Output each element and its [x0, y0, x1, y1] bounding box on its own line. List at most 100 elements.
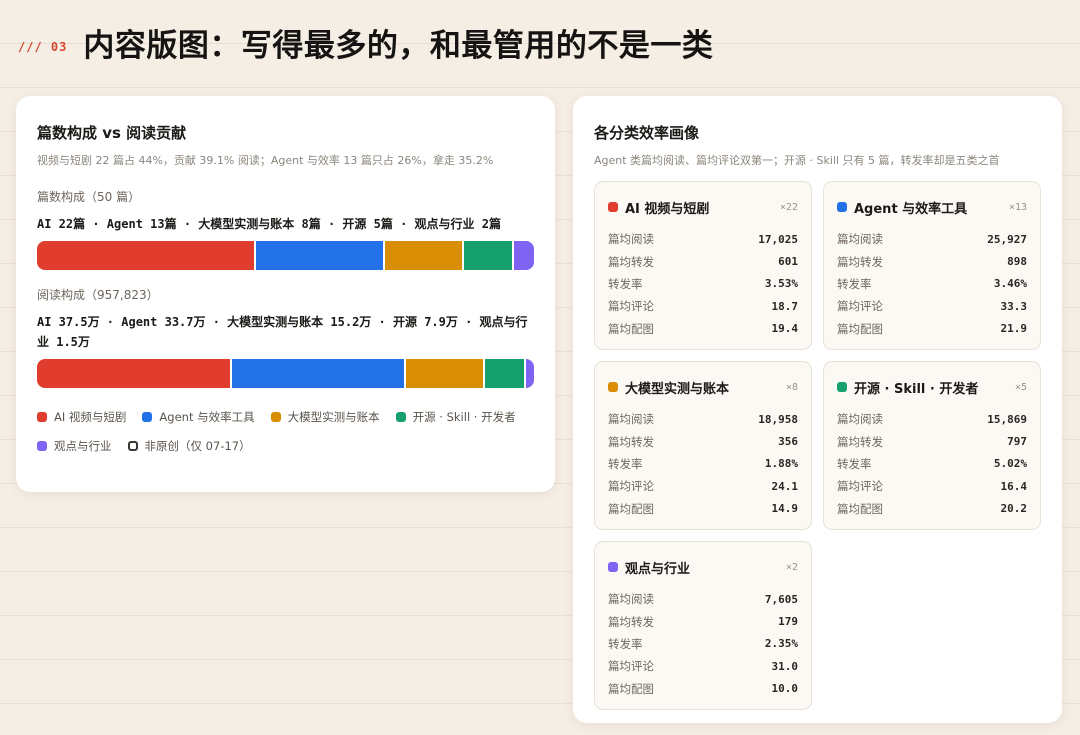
stat-label: 篇均阅读 — [837, 232, 883, 247]
stat-label: 篇均阅读 — [608, 412, 654, 427]
count-group-title: 篇数构成（50 篇） — [37, 190, 141, 204]
stat-row: 篇均阅读 7,605 — [608, 588, 798, 610]
stat-row: 转发率 3.53% — [608, 273, 798, 295]
stat-value: 898 — [1007, 255, 1027, 269]
bar-segment — [37, 359, 232, 388]
category-name: 大模型实测与账本 — [625, 381, 730, 397]
stat-row: 篇均配图 10.0 — [608, 678, 798, 700]
stat-label: 篇均评论 — [608, 659, 654, 674]
category-swatch — [608, 382, 618, 392]
category-stats: 篇均阅读 15,869 篇均转发 797 转发率 5.02% 篇均评论 16.4 篇均配图 20.… — [837, 408, 1027, 520]
legend-item: Agent 与效率工具 — [142, 402, 255, 431]
category-card-header: Agent 与效率工具 ×13 — [837, 199, 1027, 217]
stat-row: 篇均转发 179 — [608, 610, 798, 632]
page-header: /// 03 内容版图：写得最多的，和最管用的不是一类 — [18, 20, 713, 64]
legend-swatch — [127, 440, 138, 451]
stat-value: 797 — [1007, 435, 1027, 449]
stat-row: 篇均评论 16.4 — [837, 475, 1027, 497]
category-card-header: 观点与行业 ×2 — [608, 559, 798, 577]
category-swatch — [608, 202, 618, 212]
stat-label: 转发率 — [837, 276, 872, 291]
bar-segment — [526, 359, 534, 388]
stat-value: 33.3 — [1000, 299, 1028, 313]
category-card-header: 开源 · Skill · 开发者 ×5 — [837, 379, 1027, 397]
efficiency-card-title: 各分类效率画像 — [594, 124, 700, 142]
category-stats: 篇均阅读 7,605 篇均转发 179 转发率 2.35% 篇均评论 31.0 篇均配图 10.0 — [608, 588, 798, 700]
stat-value: 15,869 — [987, 412, 1027, 426]
legend-swatch — [37, 411, 47, 422]
category-count: ×5 — [1014, 381, 1027, 393]
stat-value: 3.46% — [993, 277, 1027, 291]
legend-label: Agent 与效率工具 — [159, 409, 255, 424]
stat-value: 179 — [778, 615, 798, 629]
stat-value: 25,927 — [987, 232, 1027, 246]
stat-value: 19.4 — [771, 322, 799, 336]
bar-segment — [255, 241, 385, 270]
bar-segment — [406, 359, 486, 388]
stat-value: 24.1 — [771, 479, 799, 493]
stat-value: 601 — [778, 255, 798, 269]
category-card: AI 视频与短剧 ×22 篇均阅读 17,025 篇均转发 601 转发率 3.53% 篇均评论… — [594, 181, 812, 350]
legend-label: 观点与行业 — [54, 438, 112, 453]
read-group-title: 阅读构成（957,823） — [37, 288, 159, 302]
legend-label: 非原创（仅 07-17） — [144, 438, 251, 453]
stat-label: 篇均配图 — [837, 321, 883, 336]
bar-segment — [231, 359, 407, 388]
legend-label: 大模型实测与账本 — [287, 409, 380, 424]
category-card: 大模型实测与账本 ×8 篇均阅读 18,958 篇均转发 356 转发率 1.88% 篇均评论 2… — [594, 361, 812, 530]
read-group-desc: AI 37.5万 · Agent 33.7万 · 大模型实测与账本 15.2万 … — [37, 315, 528, 349]
stat-row: 篇均转发 601 — [608, 250, 798, 272]
stat-row: 篇均配图 19.4 — [608, 318, 798, 340]
category-swatch — [837, 382, 847, 392]
stat-value: 18,958 — [758, 412, 798, 426]
category-name: 开源 · Skill · 开发者 — [854, 381, 979, 397]
stat-label: 篇均转发 — [608, 434, 654, 449]
count-stacked-bar — [37, 241, 534, 270]
stat-value: 10.0 — [771, 682, 799, 696]
section-tag: /// 03 — [18, 40, 68, 54]
category-card: Agent 与效率工具 ×13 篇均阅读 25,927 篇均转发 898 转发率 3.46% 篇… — [823, 181, 1041, 350]
stat-value: 20.2 — [1000, 502, 1028, 516]
page-title: 内容版图：写得最多的，和最管用的不是一类 — [83, 27, 714, 64]
stat-value: 21.9 — [1000, 322, 1028, 336]
stat-label: 篇均评论 — [608, 479, 654, 494]
category-card: 开源 · Skill · 开发者 ×5 篇均阅读 15,869 篇均转发 797 转发率 5.… — [823, 361, 1041, 530]
legend-swatch — [270, 411, 281, 422]
stat-row: 篇均转发 898 — [837, 250, 1027, 272]
stat-row: 篇均阅读 18,958 — [608, 408, 798, 430]
stat-row: 篇均评论 31.0 — [608, 655, 798, 677]
bar-segment — [37, 241, 256, 270]
legend-label: 开源 · Skill · 开发者 — [412, 409, 516, 424]
stat-row: 篇均评论 33.3 — [837, 295, 1027, 317]
stat-row: 篇均阅读 15,869 — [837, 408, 1027, 430]
count-group-desc: AI 22篇 · Agent 13篇 · 大模型实测与账本 8篇 · 开源 5篇… — [37, 217, 501, 231]
stat-label: 转发率 — [608, 636, 643, 651]
stat-value: 14.9 — [771, 502, 799, 516]
category-stats: 篇均阅读 17,025 篇均转发 601 转发率 3.53% 篇均评论 18.7 篇均配图 19.… — [608, 228, 798, 340]
stat-row: 篇均转发 797 — [837, 430, 1027, 452]
efficiency-card-subtitle: Agent 类篇均阅读、篇均评论双第一；开源 · Skill 只有 5 篇，转发… — [594, 154, 1000, 167]
stat-label: 篇均阅读 — [608, 592, 654, 607]
legend-swatch — [142, 411, 153, 422]
composition-card-subtitle: 视频与短剧 22 篇占 44%，贡献 39.1% 阅读；Agent 与效率 13… — [37, 154, 494, 167]
category-stats: 篇均阅读 18,958 篇均转发 356 转发率 1.88% 篇均评论 24.1 篇均配图 14.… — [608, 408, 798, 520]
legend-item: AI 视频与短剧 — [37, 402, 126, 431]
legend-item: 观点与行业 — [37, 431, 112, 460]
composition-card-title: 篇数构成 vs 阅读贡献 — [37, 124, 187, 142]
category-name: Agent 与效率工具 — [854, 201, 968, 217]
stat-value: 31.0 — [771, 659, 799, 673]
stat-label: 篇均评论 — [837, 299, 883, 314]
stat-label: 篇均转发 — [608, 614, 654, 629]
category-count: ×13 — [1008, 201, 1027, 213]
stat-label: 篇均配图 — [608, 501, 654, 516]
bar-segment — [485, 359, 527, 388]
category-card-header: 大模型实测与账本 ×8 — [608, 379, 798, 397]
stat-row: 篇均评论 18.7 — [608, 295, 798, 317]
legend: AI 视频与短剧 Agent 与效率工具 大模型实测与账本 开源 · Skill · … — [37, 402, 537, 460]
stat-label: 篇均转发 — [837, 254, 883, 269]
bar-segment — [514, 241, 534, 270]
stat-row: 篇均评论 24.1 — [608, 475, 798, 497]
stat-value: 7,605 — [764, 592, 798, 606]
legend-item: 非原创（仅 07-17） — [127, 431, 251, 460]
legend-swatch — [395, 411, 406, 422]
